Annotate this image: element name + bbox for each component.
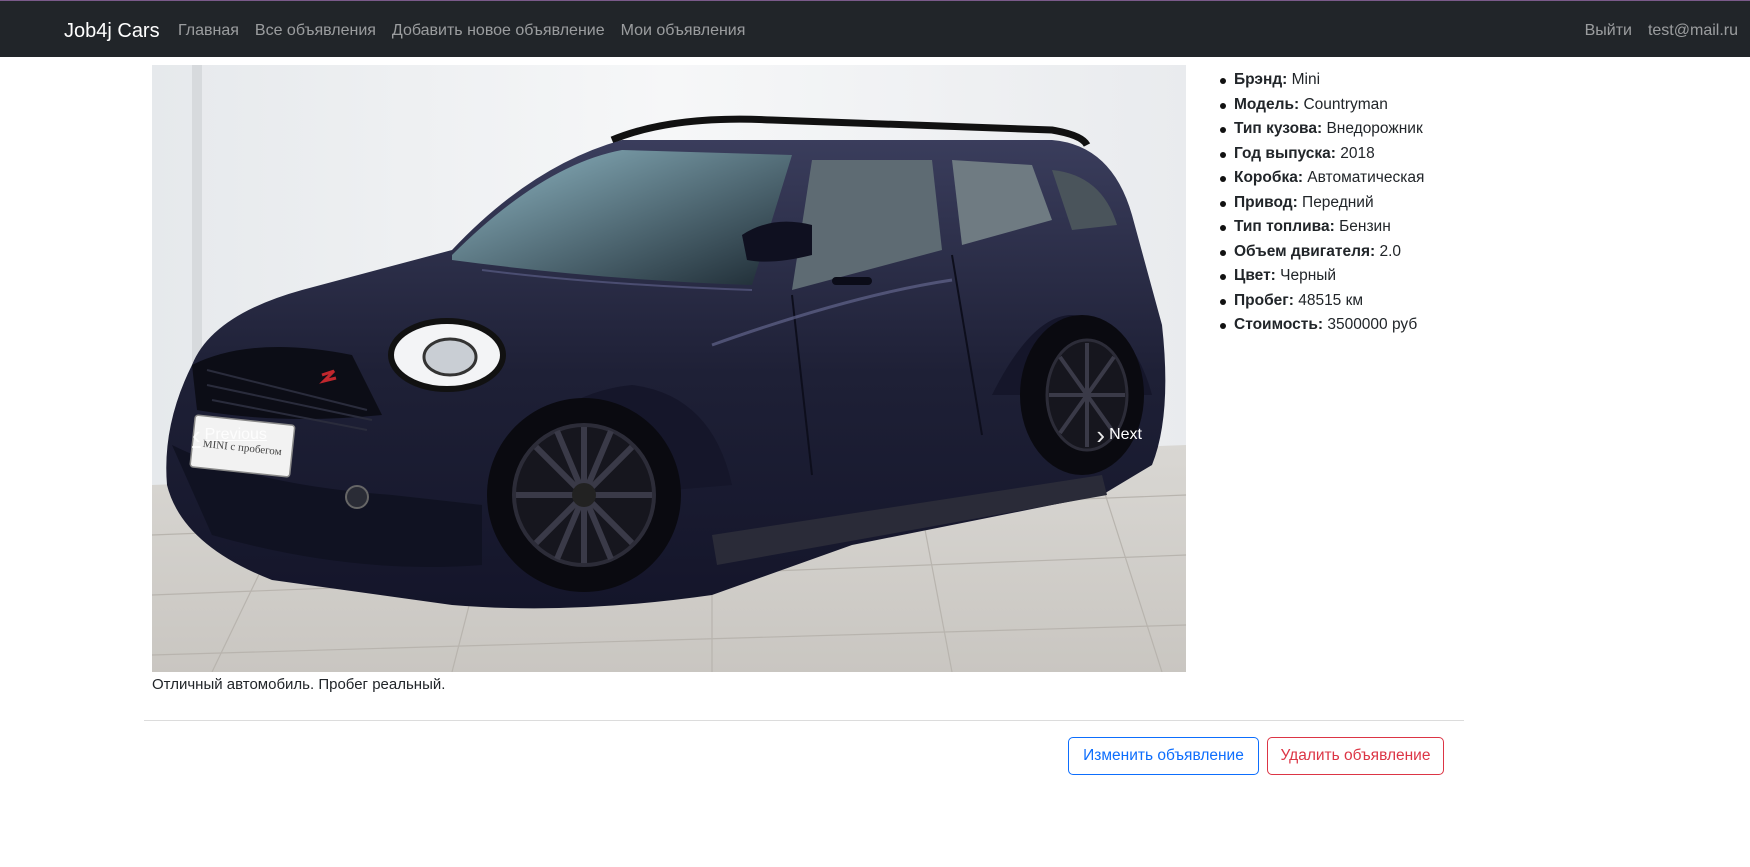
spec-fuel-type: Тип топлива: Бензин [1218,215,1424,240]
carousel-previous-control[interactable]: ‹ Previous [192,420,267,450]
spec-value: Черный [1280,267,1337,284]
spec-key: Тип кузова: [1234,120,1323,137]
spec-key: Брэнд: [1234,71,1288,88]
spec-key: Год выпуска: [1234,144,1336,162]
carousel-next-label: Next [1109,426,1142,443]
car-specs-list: Брэнд: Mini Модель: Countryman Тип кузов… [1218,68,1424,338]
chevron-left-icon: ‹ [192,420,201,450]
car-photo-carousel[interactable]: MINI с пробегом ‹ Previous › Next [152,65,1186,672]
spec-key: Цвет: [1234,267,1276,284]
delete-ad-button[interactable]: Удалить объявление [1267,737,1444,775]
spec-value: Передний [1302,193,1374,211]
spec-key: Коробка: [1234,169,1303,186]
spec-body-type: Тип кузова: Внедорожник [1218,117,1424,142]
spec-brand: Брэнд: Mini [1218,68,1424,93]
spec-engine-volume: Объем двигателя: 2.0 [1218,240,1424,265]
nav-link-home[interactable]: Главная [178,21,239,41]
spec-value: Countryman [1303,95,1388,113]
spec-drive: Привод: Передний [1218,191,1424,216]
spec-color: Цвет: Черный [1218,264,1424,289]
car-photo: MINI с пробегом [152,65,1186,672]
spec-transmission: Коробка: Автоматическая [1218,166,1424,191]
spec-key: Тип топлива: [1234,218,1335,235]
user-email-link[interactable]: test@mail.ru [1648,21,1738,41]
main-nav: Главная Все объявления Добавить новое об… [178,21,745,41]
nav-link-all-ads[interactable]: Все объявления [255,21,376,41]
spec-key: Модель: [1234,95,1300,113]
spec-year: Год выпуска: 2018 [1218,142,1424,167]
user-nav: Выйти test@mail.ru [1585,21,1738,41]
spec-key: Стоимость: [1234,316,1324,333]
spec-value: 3500000 руб [1327,316,1418,333]
spec-value: Бензин [1339,218,1391,235]
spec-price: Стоимость: 3500000 руб [1218,313,1424,338]
divider [144,720,1464,721]
spec-key: Объем двигателя: [1234,242,1376,260]
spec-mileage: Пробег: 48515 км [1218,289,1424,314]
spec-model: Модель: Countryman [1218,93,1424,118]
ad-description: Отличный автомобиль. Пробег реальный. [152,676,446,693]
top-navbar: Job4j Cars Главная Все объявления Добави… [0,0,1750,57]
nav-link-add-ad[interactable]: Добавить новое объявление [392,21,605,41]
carousel-next-control[interactable]: › Next [1096,420,1142,450]
spec-value: Mini [1291,71,1321,88]
spec-value: 2018 [1340,144,1375,162]
carousel-previous-label: Previous [204,426,267,443]
logout-link[interactable]: Выйти [1585,21,1632,41]
chevron-right-icon: › [1096,420,1106,450]
spec-value: Внедорожник [1326,120,1423,137]
nav-link-my-ads[interactable]: Мои объявления [621,21,746,41]
spec-key: Пробег: [1234,291,1294,309]
spec-value: 48515 км [1298,291,1364,309]
spec-value: Автоматическая [1307,169,1425,186]
edit-ad-button[interactable]: Изменить объявление [1068,737,1259,775]
brand-link[interactable]: Job4j Cars [64,19,160,43]
spec-value: 2.0 [1379,242,1402,260]
spec-key: Привод: [1234,193,1298,211]
